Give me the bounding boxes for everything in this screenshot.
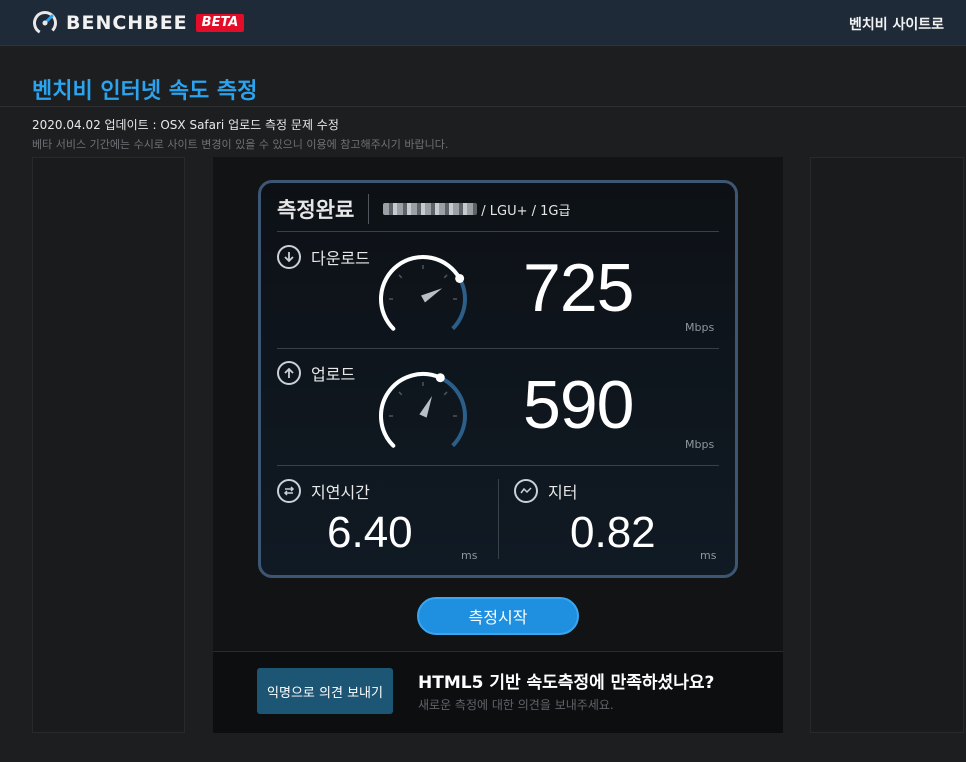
- divider: [277, 465, 719, 466]
- latency-value: 6.40: [327, 508, 413, 557]
- feedback-subtext: 새로운 측정에 대한 의견을 보내주세요.: [418, 698, 614, 712]
- gauge-needle: [419, 395, 433, 418]
- gauge-tick: [443, 274, 448, 279]
- blurred-ip: [383, 203, 478, 215]
- upload-icon: [277, 361, 301, 385]
- jitter-unit: ms: [700, 549, 717, 562]
- upload-label-text: 업로드: [311, 365, 356, 384]
- result-header: 측정완료 / LGU+ / 1G급: [277, 191, 570, 227]
- feedback-question: HTML5 기반 속도측정에 만족하셨나요?: [418, 673, 715, 693]
- anonymous-feedback-button[interactable]: 익명으로 의견 보내기: [257, 668, 393, 714]
- site-link[interactable]: 벤치비 사이트로: [849, 14, 944, 34]
- gauge-knob: [455, 273, 465, 283]
- upload-value: 590: [523, 367, 634, 443]
- right-ad-slot: [810, 157, 964, 733]
- download-label-text: 다운로드: [311, 249, 370, 268]
- divider: [277, 231, 719, 232]
- latency-label: 지연시간: [277, 479, 370, 503]
- upload-label: 업로드: [277, 361, 355, 385]
- download-unit: Mbps: [685, 321, 715, 334]
- gauge-tick: [443, 391, 448, 396]
- gauge-fill: [379, 372, 443, 448]
- divider: [277, 348, 719, 349]
- speedtest-panel: 측정완료 / LGU+ / 1G급 다운로드 725 Mbps 업로드 590 …: [213, 157, 783, 733]
- upload-gauge: [379, 372, 467, 448]
- gauge-tick: [398, 391, 403, 396]
- gauge-knob: [435, 373, 445, 383]
- gauge-needle: [421, 288, 443, 303]
- latency-label-text: 지연시간: [311, 483, 370, 502]
- page-title: 벤치비 인터넷 속도 측정: [32, 79, 258, 104]
- start-test-button[interactable]: 측정시작: [417, 597, 579, 635]
- divider: [0, 106, 966, 107]
- speedometer-logo-icon: [33, 11, 57, 35]
- beta-notice: 베타 서비스 기간에는 수시로 사이트 변경이 있을 수 있으니 이용에 참고해…: [32, 138, 449, 151]
- isp-info: / LGU+ / 1G급: [481, 203, 571, 219]
- feedback-section: 익명으로 의견 보내기 HTML5 기반 속도측정에 만족하셨나요? 새로운 측…: [213, 652, 783, 733]
- swap-arrows-icon: [277, 479, 301, 503]
- download-label: 다운로드: [277, 245, 370, 269]
- result-status: 측정완료: [277, 198, 355, 222]
- benchbee-logo[interactable]: BENCHBEE BETA: [32, 10, 245, 36]
- upload-unit: Mbps: [685, 438, 715, 451]
- jitter-value: 0.82: [570, 508, 656, 557]
- wave-icon: [514, 479, 538, 503]
- top-bar: BENCHBEE BETA 벤치비 사이트로: [0, 0, 966, 46]
- result-card: 측정완료 / LGU+ / 1G급 다운로드 725 Mbps 업로드 590 …: [258, 180, 738, 578]
- gauge-fill: [379, 255, 462, 331]
- download-gauge: [379, 255, 467, 331]
- jitter-label-text: 지터: [548, 483, 578, 502]
- divider: [498, 479, 499, 559]
- gauge-tick: [398, 274, 403, 279]
- jitter-label: 지터: [514, 479, 577, 503]
- header-separator: [368, 194, 370, 224]
- beta-badge: BETA: [195, 14, 245, 32]
- latency-unit: ms: [461, 549, 478, 562]
- download-value: 725: [523, 250, 634, 326]
- download-icon: [277, 245, 301, 269]
- brand-name: BENCHBEE: [66, 12, 188, 34]
- update-note: 2020.04.02 업데이트 : OSX Safari 업로드 측정 문제 수…: [32, 118, 339, 132]
- left-ad-slot: [32, 157, 185, 733]
